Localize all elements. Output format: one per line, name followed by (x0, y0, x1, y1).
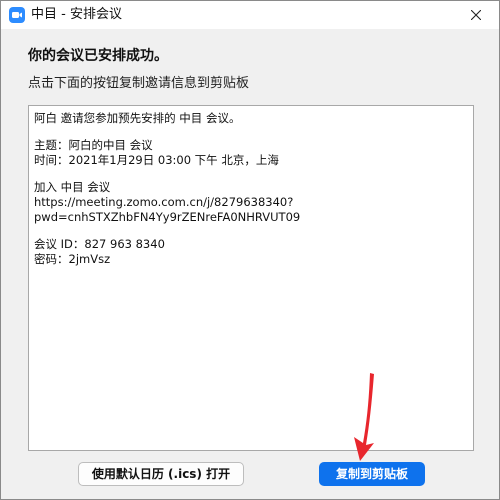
window-title: 中目 - 安排会议 (31, 7, 122, 22)
schedule-meeting-dialog: 中目 - 安排会议 你的会议已安排成功。 点击下面的按钮复制邀请信息到剪贴板 阿… (0, 0, 500, 500)
invitation-blank-line (34, 225, 468, 237)
copy-instruction: 点击下面的按钮复制邀请信息到剪贴板 (28, 76, 250, 91)
invitation-line: 主题：阿白的中目 会议 (34, 138, 153, 152)
invitation-blank-line (34, 168, 468, 180)
invitation-text-area[interactable]: 阿白 邀请您参加预先安排的 中目 会议。 主题：阿白的中目 会议 时间：2021年1… (28, 105, 474, 451)
open-default-calendar-button[interactable]: 使用默认日历 (.ics) 打开 (78, 462, 244, 486)
invitation-line: 密码：2jmVsz (34, 252, 111, 266)
close-icon (471, 10, 481, 20)
invitation-line: 加入 中目 会议 (34, 180, 111, 194)
invitation-line: 会议 ID：827 963 8340 (34, 237, 165, 251)
success-headline: 你的会议已安排成功。 (28, 48, 168, 64)
title-bar[interactable]: 中目 - 安排会议 (1, 1, 499, 29)
red-arrow-annotation (354, 373, 374, 461)
copy-to-clipboard-button[interactable]: 复制到剪贴板 (319, 462, 425, 486)
camera-app-icon (9, 7, 25, 23)
invitation-line: 阿白 邀请您参加预先安排的 中目 会议。 (34, 111, 241, 125)
invitation-line: 时间：2021年1月29日 03:00 下午 北京，上海 (34, 153, 279, 167)
invitation-line: https://meeting.zomo.com.cn/j/8279638340… (34, 195, 294, 209)
close-button[interactable] (453, 1, 499, 29)
invitation-blank-line (34, 126, 468, 138)
invitation-line: pwd=cnhSTXZhbFN4Yy9rZENreFA0NHRVUT09 (34, 210, 301, 224)
